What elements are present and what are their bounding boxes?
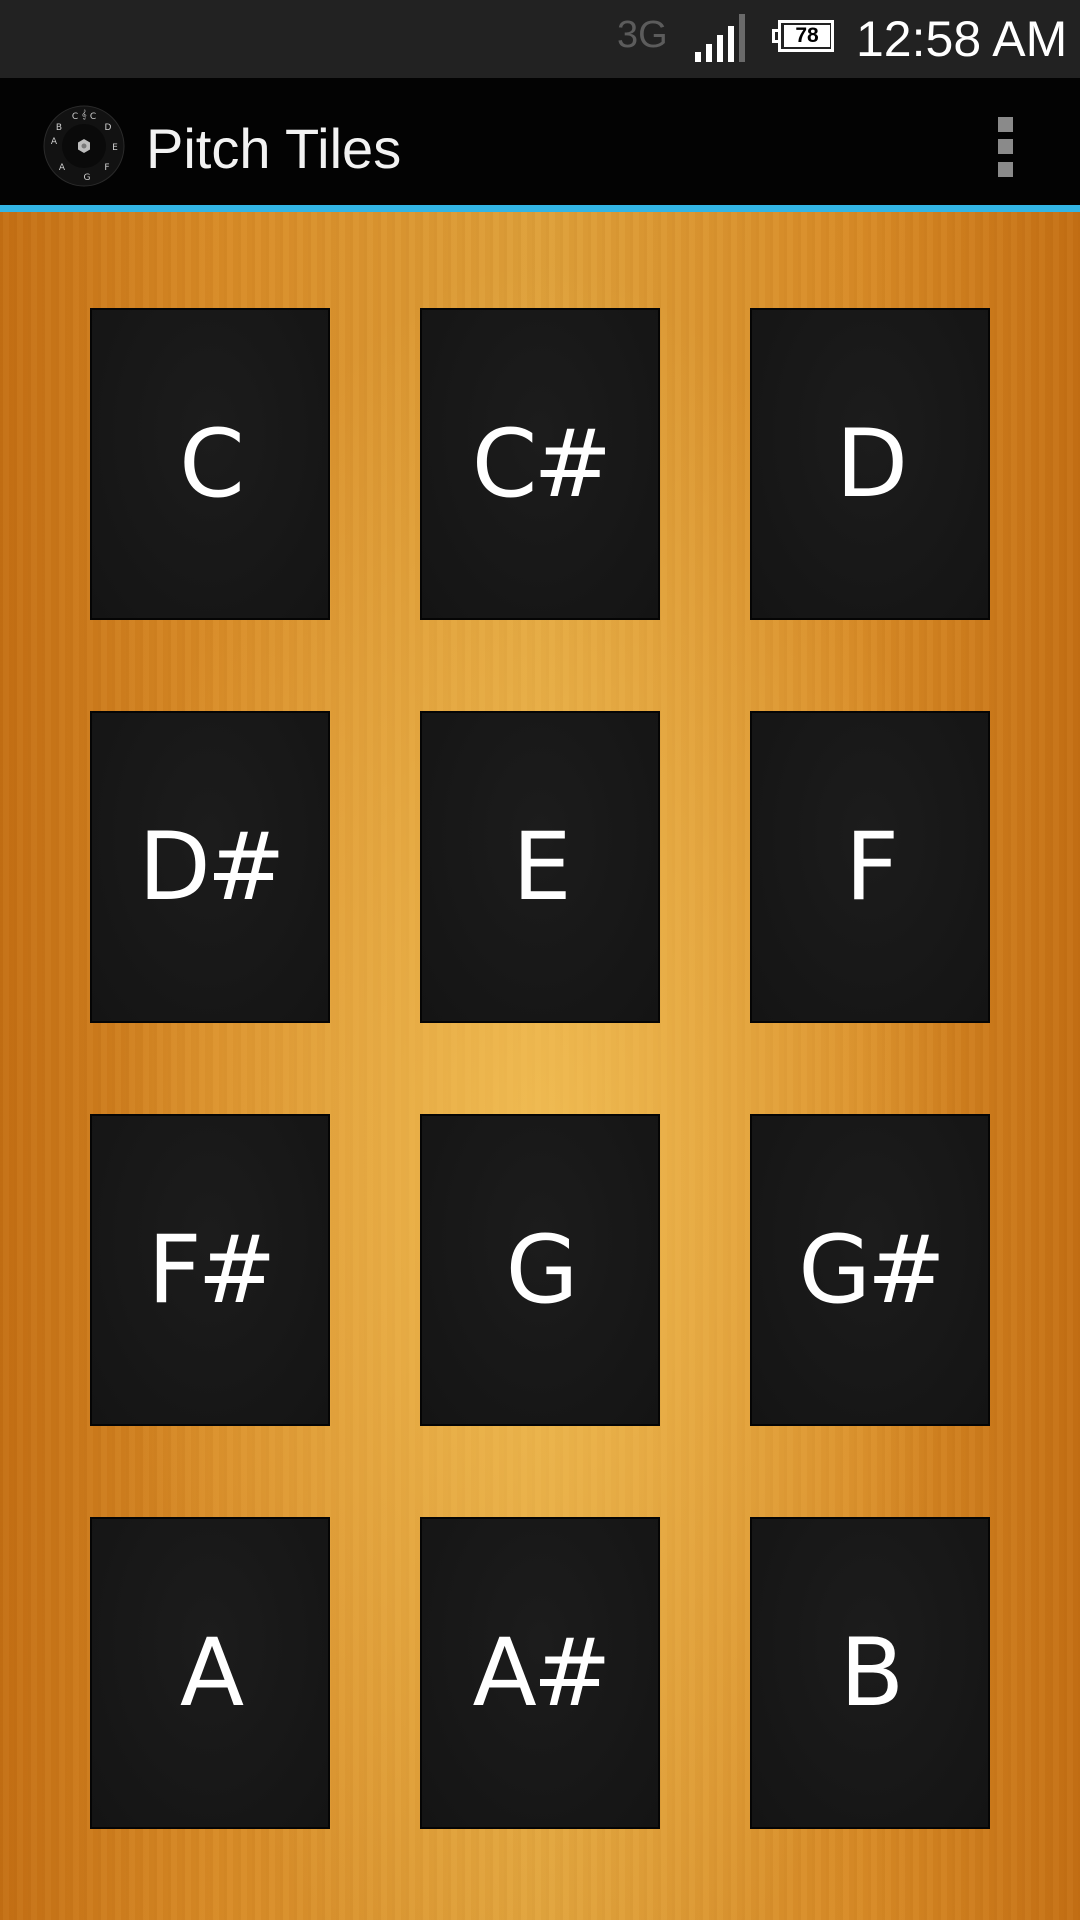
network-type: 3G — [617, 14, 668, 56]
signal-strength-icon — [695, 14, 755, 62]
pitch-tile-f[interactable]: F — [750, 711, 990, 1023]
svg-text:F: F — [104, 163, 109, 173]
tile-label: B — [839, 1618, 904, 1728]
pitch-tile-a-sharp[interactable]: A# — [420, 1517, 660, 1829]
battery-level: 78 — [784, 25, 830, 47]
tile-board: C C# D D# E F F# G G# A A# B — [0, 212, 1080, 1920]
pitch-tile-g[interactable]: G — [420, 1114, 660, 1426]
tile-label: G# — [798, 1215, 946, 1325]
tile-label: E — [512, 812, 571, 922]
tile-label: G — [505, 1215, 579, 1325]
status-bar: 3G 78 12:58 AM — [0, 0, 1080, 78]
tile-label: D# — [138, 812, 285, 922]
tile-label: D — [835, 409, 908, 519]
svg-text:C: C — [90, 112, 96, 122]
pitch-tile-c-sharp[interactable]: C# — [420, 308, 660, 620]
svg-text:C: C — [72, 112, 78, 122]
pitch-tile-c[interactable]: C — [90, 308, 330, 620]
clock: 12:58 AM — [856, 11, 1068, 67]
pitch-tile-g-sharp[interactable]: G# — [750, 1114, 990, 1426]
svg-text:B: B — [56, 123, 62, 133]
overflow-menu-icon — [998, 117, 1013, 132]
accent-divider — [0, 205, 1080, 212]
svg-text:G: G — [84, 173, 91, 183]
tile-label: C — [179, 409, 245, 519]
pitch-tile-d-sharp[interactable]: D# — [90, 711, 330, 1023]
app-title: Pitch Tiles — [146, 117, 402, 180]
pitch-tile-f-sharp[interactable]: F# — [90, 1114, 330, 1426]
svg-text:𝄞: 𝄞 — [81, 109, 86, 120]
svg-text:A: A — [51, 137, 58, 147]
circle-of-fifths-icon[interactable]: C 𝄞 C D E F G A A B — [42, 104, 126, 188]
battery-icon: 78 — [772, 20, 838, 56]
tile-label: A# — [472, 1618, 611, 1728]
svg-text:A: A — [59, 163, 66, 173]
pitch-tile-e[interactable]: E — [420, 711, 660, 1023]
svg-text:D: D — [105, 123, 112, 133]
overflow-menu-button[interactable] — [980, 108, 1030, 186]
tile-label: A — [179, 1618, 244, 1728]
tile-label: F# — [147, 1215, 277, 1325]
pitch-tile-b[interactable]: B — [750, 1517, 990, 1829]
action-bar: C 𝄞 C D E F G A A B Pitch Tiles — [0, 78, 1080, 212]
pitch-tile-d[interactable]: D — [750, 308, 990, 620]
tile-label: F — [844, 812, 899, 922]
tile-label: C# — [471, 409, 612, 519]
pitch-tile-a[interactable]: A — [90, 1517, 330, 1829]
svg-text:E: E — [112, 143, 118, 153]
